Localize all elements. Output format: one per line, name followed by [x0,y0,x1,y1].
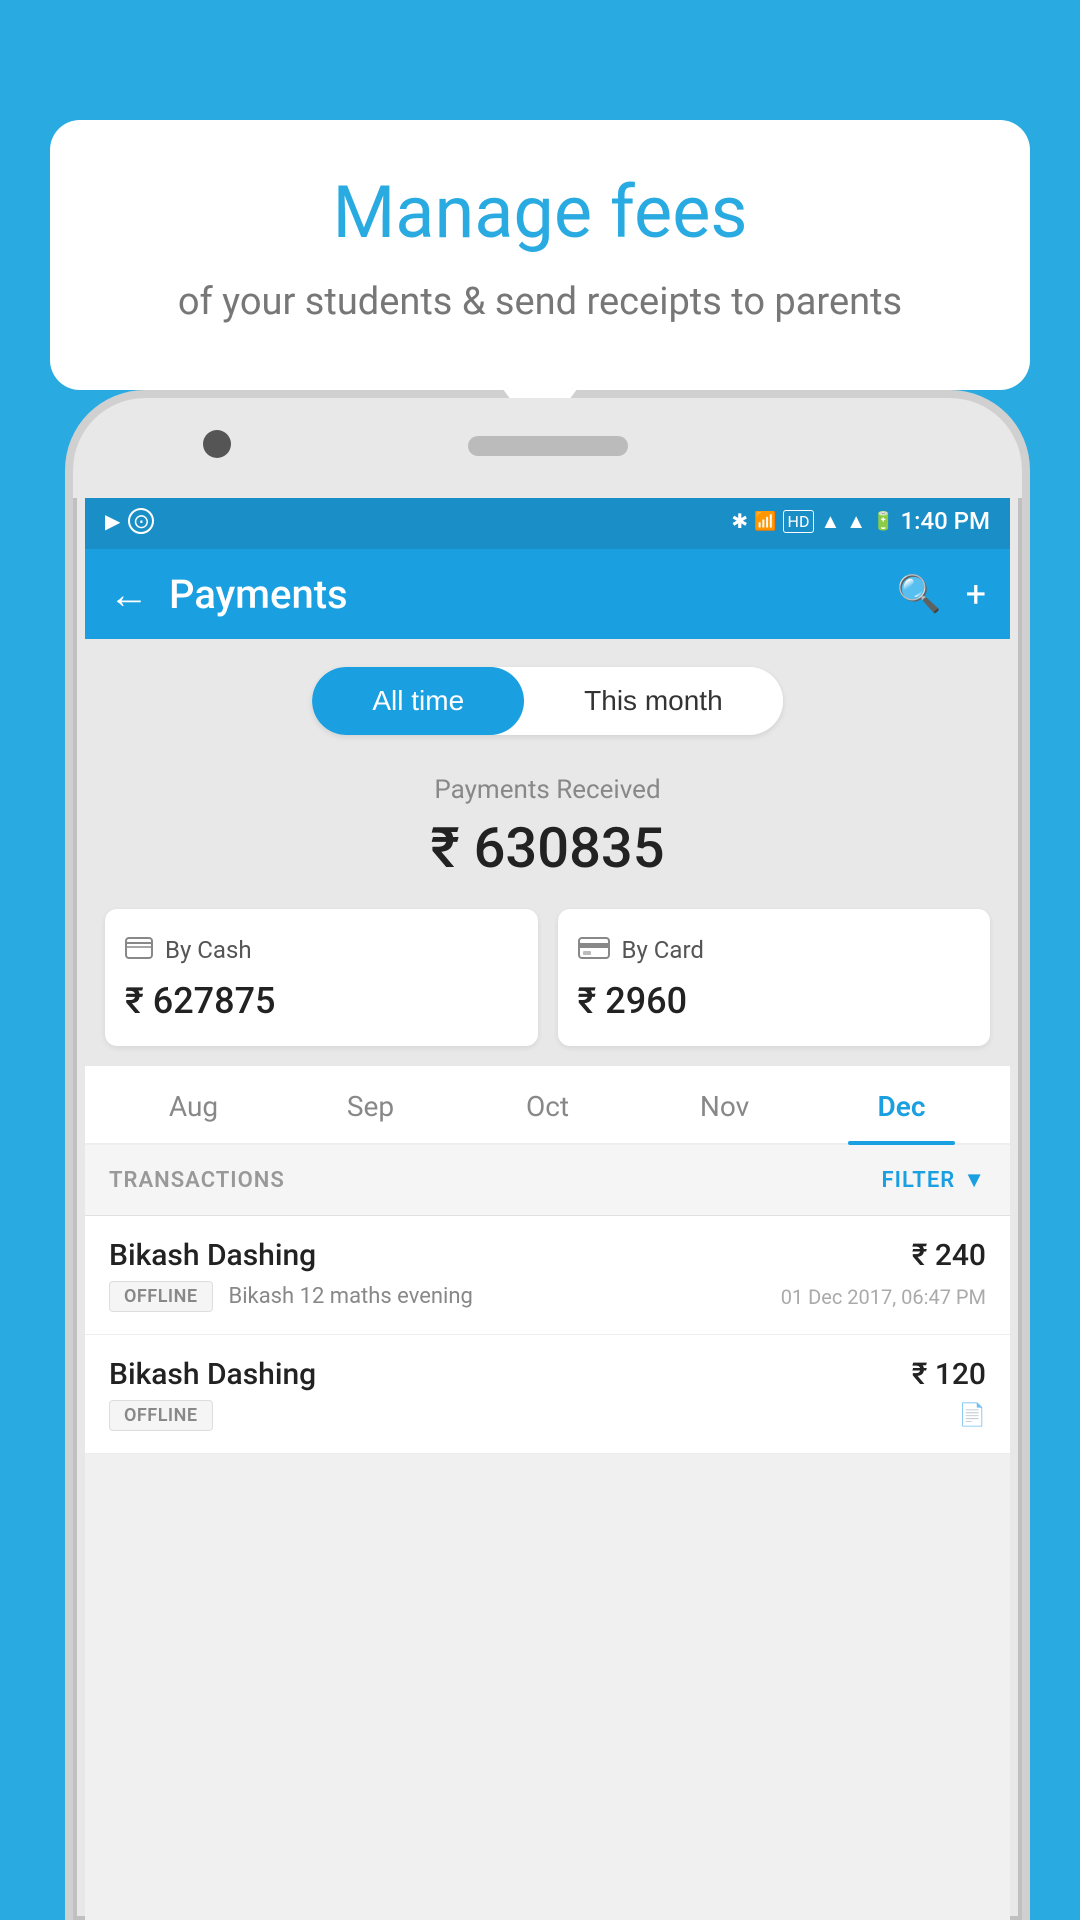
phone-volume-button [1026,598,1030,678]
transactions-header: TRANSACTIONS FILTER ▼ [85,1145,1010,1216]
toggle-row: All time This month [85,639,1010,755]
tab-aug[interactable]: Aug [105,1066,282,1143]
bluetooth-icon: ✱ [731,509,748,533]
transaction-name-2: Bikash Dashing [109,1357,316,1392]
cash-amount: ₹ 627875 [125,980,518,1022]
this-month-button[interactable]: This month [524,667,783,735]
circle-icon: ⊙ [128,508,154,534]
phone-screen: ▶ ⊙ ✱ 📶 HD ▲ ▲ 🔋 1:40 PM ← Payments 🔍 + [85,493,1010,1920]
app-bar: ← Payments 🔍 + [85,549,1010,639]
filter-icon: ▼ [963,1167,986,1193]
transaction-amount-1: ₹ 240 [912,1238,986,1273]
filter-label: FILTER [882,1168,956,1193]
transaction-bottom-1: OFFLINE Bikash 12 maths evening 01 Dec 2… [109,1281,986,1312]
tab-sep[interactable]: Sep [282,1066,459,1143]
status-icons-left: ▶ ⊙ [105,508,154,534]
cash-icon [125,933,153,966]
transaction-date-1: 01 Dec 2017, 06:47 PM [781,1285,986,1309]
search-button[interactable]: 🔍 [897,573,942,615]
filter-button[interactable]: FILTER ▼ [882,1167,986,1193]
cash-label: By Cash [165,936,252,964]
offline-badge-2: OFFLINE [109,1400,213,1431]
transactions-label: TRANSACTIONS [109,1168,285,1193]
phone-hardware [73,398,1022,498]
month-tabs: Aug Sep Oct Nov Dec [85,1066,1010,1145]
all-time-button[interactable]: All time [312,667,524,735]
card-label: By Card [622,936,704,964]
offline-badge-1: OFFLINE [109,1281,213,1312]
transaction-bottom-2: OFFLINE 📄 [109,1400,986,1431]
battery-icon: 🔋 [872,511,894,532]
card-amount: ₹ 2960 [578,980,971,1022]
speech-bubble: Manage fees of your students & send rece… [50,120,1030,390]
cash-card-header: By Cash [125,933,518,966]
transaction-name-1: Bikash Dashing [109,1238,316,1273]
card-card-header: By Card [578,933,971,966]
status-bar: ▶ ⊙ ✱ 📶 HD ▲ ▲ 🔋 1:40 PM [85,493,1010,549]
cards-row: By Cash ₹ 627875 By Card ₹ 2960 [85,909,1010,1066]
signal2-icon: ▲ [846,509,866,534]
signal-icon: 📶 [754,511,776,532]
add-button[interactable]: + [966,573,986,615]
back-button[interactable]: ← [109,571,149,618]
phone-camera [203,430,231,458]
payments-amount: ₹ 630835 [105,815,990,881]
transaction-row-1: Bikash Dashing ₹ 240 OFFLINE Bikash 12 m… [85,1216,1010,1335]
status-icons-right: ✱ 📶 HD ▲ ▲ 🔋 1:40 PM [731,507,990,535]
card-icon [578,933,610,966]
bubble-subtitle: of your students & send receipts to pare… [110,276,970,329]
status-time: 1:40 PM [900,507,990,535]
cash-card: By Cash ₹ 627875 [105,909,538,1046]
wifi-icon: ▲ [820,509,840,534]
transaction-amount-2: ₹ 120 [912,1357,986,1392]
tab-dec[interactable]: Dec [813,1066,990,1143]
play-icon: ▶ [105,509,120,533]
phone-speaker [468,436,628,456]
tab-nov[interactable]: Nov [636,1066,813,1143]
phone-frame: ▶ ⊙ ✱ 📶 HD ▲ ▲ 🔋 1:40 PM ← Payments 🔍 + [65,390,1030,1920]
app-bar-actions: 🔍 + [897,573,986,615]
payments-section: Payments Received ₹ 630835 [85,755,1010,909]
transaction-top-1: Bikash Dashing ₹ 240 [109,1238,986,1273]
phone-power-button [1026,708,1030,788]
doc-icon: 📄 [959,1403,986,1428]
transaction-detail-1: Bikash 12 maths evening [229,1284,473,1309]
transaction-top-2: Bikash Dashing ₹ 120 [109,1357,986,1392]
payments-label: Payments Received [105,775,990,805]
transaction-row-2: Bikash Dashing ₹ 120 OFFLINE 📄 [85,1335,1010,1454]
toggle-pill: All time This month [312,667,782,735]
card-card: By Card ₹ 2960 [558,909,991,1046]
page-title: Payments [169,571,877,618]
tab-oct[interactable]: Oct [459,1066,636,1143]
bubble-title: Manage fees [110,170,970,256]
hd-badge: HD [783,510,815,533]
